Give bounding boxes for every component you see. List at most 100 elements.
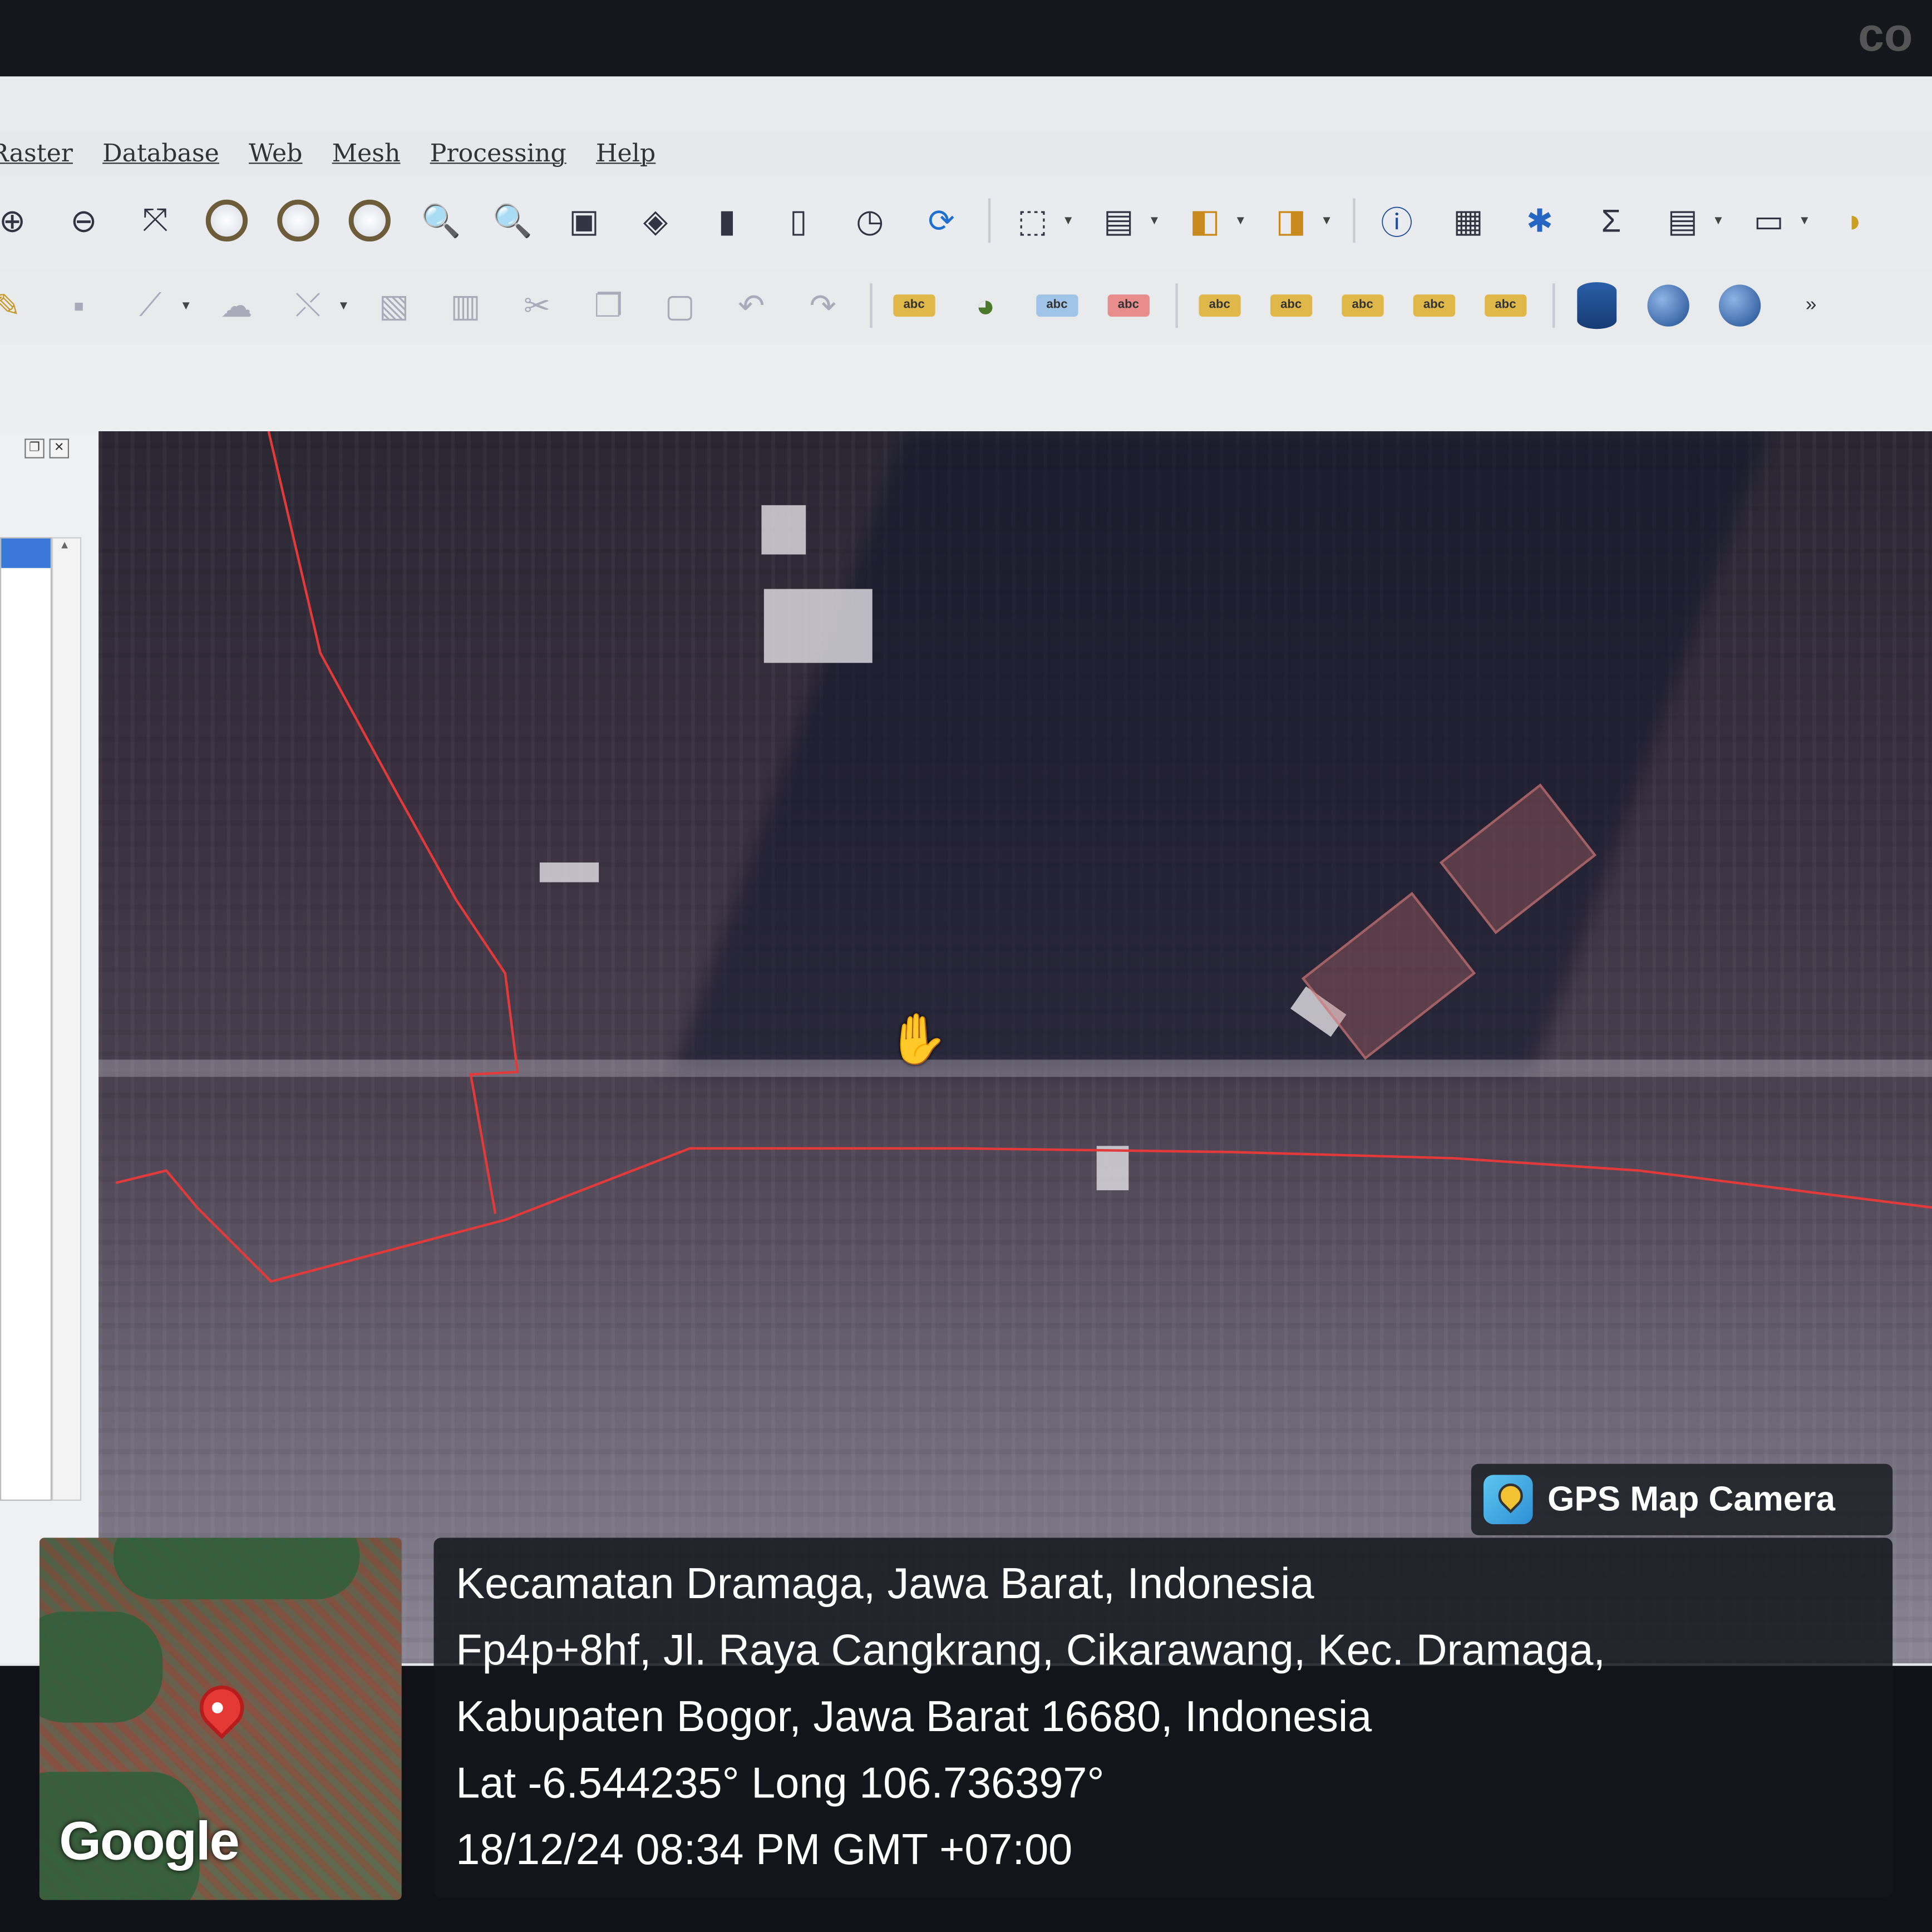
pan-hand-icon: ✋: [887, 1013, 949, 1067]
change-label-icon[interactable]: abc: [1409, 281, 1459, 331]
temporal-controller-icon[interactable]: ◷: [845, 196, 895, 245]
toolbar-separator: [1352, 198, 1355, 243]
location-minimap: Google: [39, 1537, 402, 1900]
toolbar-overflow-icon[interactable]: »: [1786, 281, 1836, 331]
boundary-line: [267, 431, 519, 1214]
highlight-pinned-labels-icon[interactable]: abc: [1032, 281, 1082, 331]
qgis-window: Raster Database Web Mesh Processing Help…: [0, 76, 1932, 1738]
open-attribute-table-icon[interactable]: ▦: [1443, 196, 1493, 245]
map-tips-icon[interactable]: ◗: [1830, 196, 1880, 245]
identify-features-icon[interactable]: ⓘ: [1372, 196, 1422, 245]
move-label-icon[interactable]: abc: [1266, 281, 1316, 331]
toolbar-separator: [869, 283, 873, 328]
modify-attributes-icon[interactable]: ▧: [369, 281, 419, 331]
save-edits-icon[interactable]: ▪: [54, 281, 103, 331]
coordinates: Lat -6.544235° Long 106.736397°: [456, 1759, 1105, 1808]
float-panel-icon[interactable]: ❐: [24, 438, 45, 459]
zoom-last-icon[interactable]: 🔍: [416, 196, 466, 245]
location-pin-icon: [190, 1676, 253, 1739]
menu-web[interactable]: Web: [249, 138, 302, 167]
close-panel-icon[interactable]: ✕: [49, 438, 70, 459]
zoom-to-layer-icon[interactable]: [274, 196, 323, 245]
pin-labels-icon[interactable]: abc: [1104, 281, 1154, 331]
paste-features-icon[interactable]: ▢: [655, 281, 705, 331]
panel-scrollbar[interactable]: [52, 537, 82, 1501]
statistics-sigma-icon[interactable]: Σ: [1586, 196, 1636, 245]
map-navigation-toolbar: ⊕ ⊖ ⤧ 🔍 🔍 ▣ ◈ ▮ ▯ ◷ ⟳ ⬚ ▼ ▤ ▼ ◧ ▼ ◨ ▼ ⓘ …: [0, 185, 1932, 256]
menu-mesh[interactable]: Mesh: [332, 138, 401, 167]
copy-features-icon[interactable]: ❐: [584, 281, 633, 331]
redo-icon[interactable]: ↷: [798, 281, 847, 331]
menu-database[interactable]: Database: [102, 138, 219, 167]
measure-line-icon[interactable]: ▭: [1744, 196, 1793, 245]
layer-labeling-icon[interactable]: abc: [889, 281, 939, 331]
minimap-vegetation: [39, 1611, 163, 1723]
zoom-out-icon[interactable]: ⊖: [59, 196, 109, 245]
chevron-down-icon[interactable]: ▼: [1712, 214, 1724, 227]
gps-info-card: Kecamatan Dramaga, Jawa Barat, Indonesia…: [433, 1537, 1893, 1898]
database-icon[interactable]: [1572, 281, 1621, 331]
chevron-down-icon[interactable]: ▼: [1798, 214, 1811, 227]
digitizing-labels-toolbar: ✎ ▪ ⟋ ▼ ☁ ⤬ ▼ ▧ ▥ ✂ ❐ ▢ ↶ ↷ abc ◕ abc ab…: [0, 268, 1932, 343]
chevron-down-icon[interactable]: ▼: [338, 299, 350, 312]
address-line-1: Fp4p+8hf, Jl. Raya Cangkrang, Cikarawang…: [456, 1626, 1605, 1675]
zoom-native-icon[interactable]: [345, 196, 395, 245]
new-3d-map-view-icon[interactable]: ◈: [631, 196, 681, 245]
add-polygon-icon[interactable]: ☁: [212, 281, 262, 331]
menu-raster[interactable]: Raster: [0, 138, 73, 167]
boundary-line: [115, 1147, 1932, 1283]
toolbar-separator: [988, 198, 991, 243]
refresh-icon[interactable]: ⟳: [916, 196, 966, 245]
google-logo: Google: [59, 1811, 240, 1872]
delete-selected-icon[interactable]: ▥: [441, 281, 490, 331]
select-by-value-icon[interactable]: ▤: [1094, 196, 1144, 245]
monitor-logo-icon: co: [1858, 9, 1913, 60]
layers-list[interactable]: [0, 537, 52, 1501]
rotate-label-icon[interactable]: abc: [1338, 281, 1387, 331]
vertex-tool-icon[interactable]: ⤬: [283, 281, 333, 331]
gps-camera-app-icon: [1483, 1475, 1533, 1525]
menu-help[interactable]: Help: [596, 138, 655, 167]
toggle-editing-pencil-icon[interactable]: ✎: [0, 281, 32, 331]
toolbar-separator: [1175, 283, 1178, 328]
undo-icon[interactable]: ↶: [727, 281, 776, 331]
chevron-down-icon[interactable]: ▼: [1320, 214, 1333, 227]
zoom-in-icon[interactable]: ⊕: [0, 196, 37, 245]
chevron-down-icon[interactable]: ▼: [1149, 214, 1161, 227]
toolbar-spacer: [0, 345, 1932, 434]
zoom-next-icon[interactable]: 🔍: [488, 196, 538, 245]
new-spatial-bookmark-icon[interactable]: ▮: [702, 196, 752, 245]
cut-features-icon[interactable]: ✂: [512, 281, 562, 331]
zoom-full-icon[interactable]: ⤧: [131, 196, 180, 245]
chevron-down-icon[interactable]: ▼: [180, 299, 192, 312]
toolbox-gear-icon[interactable]: ✱: [1515, 196, 1565, 245]
select-location-icon[interactable]: ◨: [1266, 196, 1316, 245]
datetime: 18/12/24 08:34 PM GMT +07:00: [456, 1826, 1073, 1874]
chevron-down-icon[interactable]: ▼: [1062, 214, 1075, 227]
toolbar-separator: [1552, 283, 1555, 328]
layer-diagram-icon[interactable]: ◕: [961, 281, 1011, 331]
show-bookmarks-icon[interactable]: ▯: [774, 196, 824, 245]
address-line-2: Kabupaten Bogor, Jawa Barat 16680, Indon…: [456, 1693, 1372, 1741]
digitize-line-icon[interactable]: ⟋: [126, 281, 175, 331]
globe-add-layer-icon[interactable]: [1643, 281, 1693, 331]
new-map-view-icon[interactable]: ▣: [559, 196, 609, 245]
attribute-form-icon[interactable]: ▤: [1658, 196, 1708, 245]
chevron-down-icon[interactable]: ▼: [1234, 214, 1246, 227]
gps-badge-label: GPS Map Camera: [1547, 1480, 1836, 1519]
label-properties-icon[interactable]: abc: [1481, 281, 1530, 331]
select-features-icon[interactable]: ⬚: [1008, 196, 1057, 245]
panel-controls: ❐ ✕: [24, 438, 70, 459]
minimap-vegetation: [113, 1537, 360, 1600]
monitor-bezel: [0, 0, 1932, 87]
menu-processing[interactable]: Processing: [430, 138, 566, 167]
deselect-features-icon[interactable]: ◧: [1180, 196, 1230, 245]
gps-map-camera-badge: GPS Map Camera: [1471, 1463, 1893, 1536]
show-hide-labels-icon[interactable]: abc: [1195, 281, 1244, 331]
location-title: Kecamatan Dramaga, Jawa Barat, Indonesia: [456, 1560, 1314, 1608]
layers-panel: ❐ ✕: [0, 433, 99, 1666]
zoom-to-selection-icon[interactable]: [202, 196, 252, 245]
menu-bar: Raster Database Web Mesh Processing Help: [0, 130, 1932, 175]
globe-wms-icon[interactable]: [1715, 281, 1765, 331]
selected-layer-row[interactable]: [1, 538, 51, 568]
